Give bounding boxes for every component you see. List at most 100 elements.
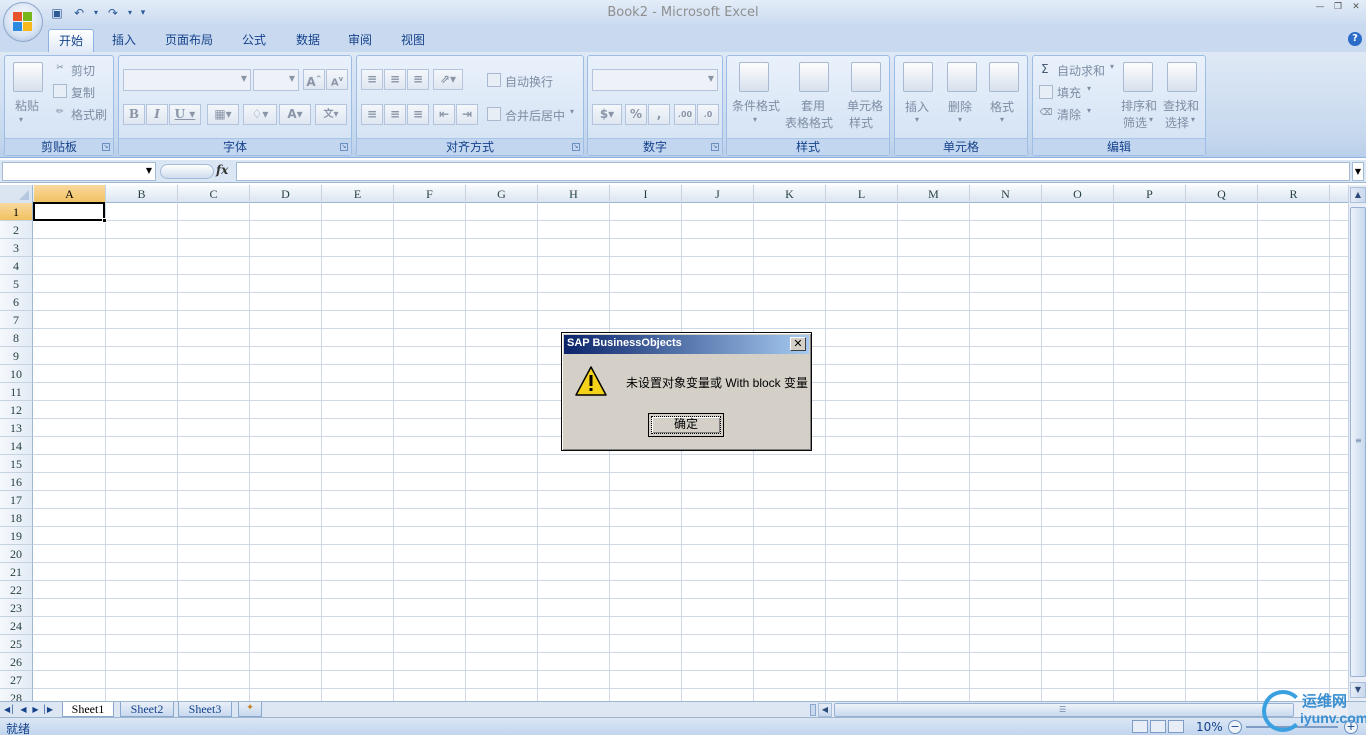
row-header[interactable]: 13 bbox=[0, 419, 33, 437]
find-dropdown-icon[interactable]: ▾ bbox=[1191, 115, 1195, 124]
column-header[interactable]: B bbox=[106, 185, 178, 203]
row-header[interactable]: 23 bbox=[0, 599, 33, 617]
row-header[interactable]: 18 bbox=[0, 509, 33, 527]
row-header[interactable]: 20 bbox=[0, 545, 33, 563]
row-header[interactable]: 3 bbox=[0, 239, 33, 257]
decrease-decimal-button[interactable]: .0 bbox=[697, 104, 719, 125]
horizontal-scroll-thumb[interactable]: ☰ bbox=[834, 703, 1294, 717]
binoculars-icon[interactable] bbox=[1167, 62, 1197, 92]
page-layout-view-icon[interactable] bbox=[1150, 720, 1166, 733]
restore-icon[interactable]: ❐ bbox=[1332, 2, 1344, 12]
sheet-tab-3[interactable]: Sheet3 bbox=[178, 702, 232, 717]
orientation-button[interactable]: ⇗▾ bbox=[433, 69, 463, 90]
conditional-formatting-button[interactable]: 条件格式 bbox=[732, 97, 780, 114]
row-header[interactable]: 21 bbox=[0, 563, 33, 581]
decrease-indent-button[interactable]: ⇤ bbox=[433, 104, 455, 125]
format-painter-button[interactable]: 格式刷 bbox=[71, 106, 107, 123]
paste-dropdown-icon[interactable]: ▾ bbox=[19, 115, 23, 124]
font-launcher-icon[interactable]: ↘ bbox=[340, 143, 348, 151]
grow-font-button[interactable]: A^ bbox=[303, 69, 325, 90]
format-cells-button[interactable]: 格式 bbox=[990, 98, 1014, 115]
format-as-table-label[interactable]: 表格格式 bbox=[785, 114, 833, 131]
zoom-level[interactable]: 10% bbox=[1196, 720, 1223, 734]
fill-handle[interactable] bbox=[102, 218, 107, 223]
format-cells-icon[interactable] bbox=[989, 62, 1019, 92]
align-right-button[interactable]: ≡ bbox=[407, 104, 429, 125]
row-header[interactable]: 24 bbox=[0, 617, 33, 635]
page-break-view-icon[interactable] bbox=[1168, 720, 1184, 733]
font-size-combo[interactable]: ▼ bbox=[253, 69, 299, 91]
wrap-text-button[interactable]: 自动换行 bbox=[505, 73, 553, 90]
align-bottom-button[interactable]: ≡ bbox=[407, 69, 429, 90]
percent-style-button[interactable]: % bbox=[625, 104, 647, 125]
row-header[interactable]: 2 bbox=[0, 221, 33, 239]
tab-review[interactable]: 审阅 bbox=[338, 29, 382, 52]
find-select-label[interactable]: 选择 bbox=[1165, 114, 1189, 131]
copy-button[interactable]: 复制 bbox=[71, 84, 95, 101]
row-header[interactable]: 10 bbox=[0, 365, 33, 383]
align-top-button[interactable]: ≡ bbox=[361, 69, 383, 90]
name-box[interactable]: ▼ bbox=[2, 162, 156, 181]
paste-button[interactable]: 粘贴 bbox=[15, 97, 39, 114]
row-header[interactable]: 9 bbox=[0, 347, 33, 365]
row-header[interactable]: 19 bbox=[0, 527, 33, 545]
row-header[interactable]: 12 bbox=[0, 401, 33, 419]
delete-cells-button[interactable]: 删除 bbox=[948, 98, 972, 115]
row-header[interactable]: 8 bbox=[0, 329, 33, 347]
bold-button[interactable]: B bbox=[123, 104, 145, 125]
row-header[interactable]: 17 bbox=[0, 491, 33, 509]
expand-formula-bar-icon[interactable]: ▼ bbox=[1352, 162, 1364, 181]
first-sheet-icon[interactable]: ◀│ bbox=[4, 703, 15, 716]
tab-home[interactable]: 开始 bbox=[48, 29, 94, 52]
column-header[interactable]: C bbox=[178, 185, 250, 203]
scroll-left-icon[interactable]: ◀ bbox=[818, 703, 832, 717]
next-sheet-icon[interactable]: ▶ bbox=[30, 703, 41, 716]
select-all-button[interactable] bbox=[0, 185, 33, 203]
minimize-icon[interactable]: — bbox=[1314, 2, 1326, 12]
fill-button[interactable]: 填充 bbox=[1057, 84, 1081, 101]
row-header[interactable]: 4 bbox=[0, 257, 33, 275]
sort-filter-icon[interactable] bbox=[1123, 62, 1153, 92]
vertical-scrollbar[interactable]: ▲ ≡ ▼ bbox=[1348, 185, 1366, 701]
column-header[interactable]: J bbox=[682, 185, 754, 203]
column-header[interactable]: K bbox=[754, 185, 826, 203]
ok-button[interactable]: 确定 bbox=[648, 413, 724, 437]
column-header[interactable]: F bbox=[394, 185, 466, 203]
tab-formulas[interactable]: 公式 bbox=[232, 29, 276, 52]
sheet-tab-2[interactable]: Sheet2 bbox=[120, 702, 174, 717]
row-header[interactable]: 1 bbox=[0, 203, 33, 221]
fill-color-button[interactable]: ♢▾ bbox=[243, 104, 277, 125]
row-header[interactable]: 11 bbox=[0, 383, 33, 401]
name-box-dropdown-icon[interactable]: ▼ bbox=[146, 166, 152, 175]
tab-data[interactable]: 数据 bbox=[286, 29, 330, 52]
find-select-button[interactable]: 查找和 bbox=[1163, 97, 1199, 114]
column-header[interactable]: I bbox=[610, 185, 682, 203]
row-header[interactable]: 6 bbox=[0, 293, 33, 311]
column-header[interactable]: D bbox=[250, 185, 322, 203]
align-left-button[interactable]: ≡ bbox=[361, 104, 383, 125]
column-header[interactable]: R bbox=[1258, 185, 1330, 203]
format-as-table-icon[interactable] bbox=[799, 62, 829, 92]
font-color-button[interactable]: A▾ bbox=[279, 104, 311, 125]
normal-view-icon[interactable] bbox=[1132, 720, 1148, 733]
column-header[interactable]: L bbox=[826, 185, 898, 203]
shrink-font-button[interactable]: Av bbox=[326, 69, 348, 90]
row-header[interactable]: 15 bbox=[0, 455, 33, 473]
font-name-combo[interactable]: ▼ bbox=[123, 69, 251, 91]
column-header[interactable]: P bbox=[1114, 185, 1186, 203]
sort-filter-label[interactable]: 筛选 bbox=[1123, 114, 1147, 131]
active-cell[interactable] bbox=[33, 202, 107, 223]
insert-sheet-icon[interactable]: ✦ bbox=[238, 702, 262, 717]
row-header[interactable]: 5 bbox=[0, 275, 33, 293]
tab-view[interactable]: 视图 bbox=[391, 29, 435, 52]
align-center-button[interactable]: ≡ bbox=[384, 104, 406, 125]
row-header[interactable]: 25 bbox=[0, 635, 33, 653]
column-header[interactable]: E bbox=[322, 185, 394, 203]
merge-dropdown-icon[interactable]: ▾ bbox=[570, 107, 574, 116]
comma-style-button[interactable]: , bbox=[648, 104, 670, 125]
office-button[interactable] bbox=[3, 2, 43, 42]
column-header[interactable]: H bbox=[538, 185, 610, 203]
sort-filter-button[interactable]: 排序和 bbox=[1121, 97, 1157, 114]
insert-dropdown-icon[interactable]: ▾ bbox=[915, 115, 919, 124]
tab-split-handle[interactable] bbox=[810, 704, 816, 716]
